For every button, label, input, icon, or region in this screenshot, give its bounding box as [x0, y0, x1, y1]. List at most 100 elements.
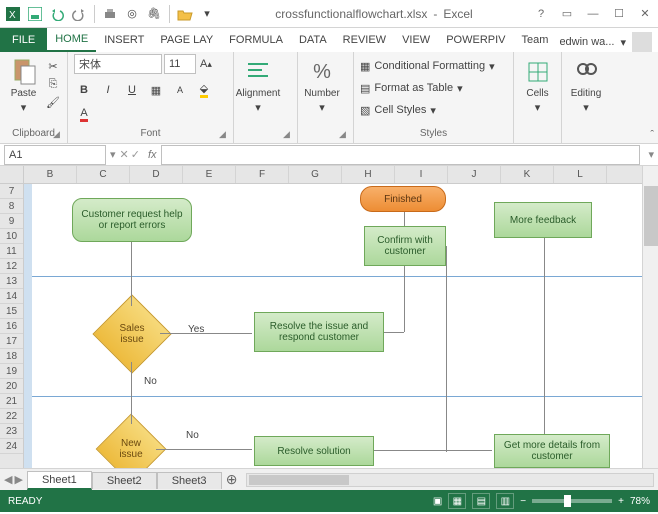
row-header[interactable]: 18 — [0, 349, 23, 364]
shape-resolve-solution[interactable]: Resolve solution — [254, 436, 374, 466]
row-header[interactable]: 15 — [0, 304, 23, 319]
conditional-formatting-button[interactable]: ▦Conditional Formatting▾ — [360, 56, 507, 76]
zoom-slider[interactable] — [532, 499, 612, 503]
cells-canvas[interactable]: Customer request help or report errors F… — [24, 184, 642, 468]
cut-icon[interactable]: ✂ — [45, 58, 61, 74]
shape-customer-request[interactable]: Customer request help or report errors — [72, 198, 192, 242]
shape-finished[interactable]: Finished — [360, 186, 446, 212]
col-header[interactable]: G — [289, 166, 342, 183]
tab-team[interactable]: Team — [514, 28, 557, 52]
shrink-font-icon[interactable]: A — [170, 80, 190, 100]
sheet-tab-3[interactable]: Sheet3 — [157, 472, 222, 489]
user-dropdown-icon[interactable]: ▾ — [620, 36, 626, 49]
col-header[interactable]: K — [501, 166, 554, 183]
row-header[interactable]: 9 — [0, 214, 23, 229]
name-box[interactable]: A1 — [4, 145, 106, 165]
row-header[interactable]: 19 — [0, 364, 23, 379]
cell-styles-button[interactable]: ▧Cell Styles▾ — [360, 100, 507, 120]
add-sheet-icon[interactable]: ⊕ — [222, 471, 242, 488]
enter-formula-icon[interactable]: ✓ — [131, 148, 140, 161]
clipboard-launcher-icon[interactable]: ◢ — [53, 129, 65, 141]
tab-formulas[interactable]: FORMULA — [221, 28, 291, 52]
row-header[interactable]: 11 — [0, 244, 23, 259]
row-header[interactable]: 22 — [0, 409, 23, 424]
help-icon[interactable]: ? — [528, 3, 554, 25]
shape-confirm[interactable]: Confirm with customer — [364, 226, 446, 266]
fill-color-icon[interactable]: ⬙ — [194, 80, 214, 100]
row-header[interactable]: 24 — [0, 439, 23, 454]
sheet-nav-prev-icon[interactable]: ◀ — [4, 473, 12, 486]
tab-view[interactable]: VIEW — [394, 28, 438, 52]
collapse-ribbon-icon[interactable]: ˆ — [650, 129, 654, 141]
view-pagebreak-icon[interactable]: ▥ — [496, 493, 514, 509]
maximize-icon[interactable]: ☐ — [606, 3, 632, 25]
col-header[interactable]: B — [24, 166, 77, 183]
view-normal-icon[interactable]: ▦ — [448, 493, 466, 509]
font-name-selector[interactable]: 宋体 — [74, 54, 162, 74]
fx-icon[interactable]: fx — [148, 149, 157, 161]
col-header[interactable]: L — [554, 166, 607, 183]
alignment-dropdown-icon[interactable]: ▾ — [255, 101, 261, 114]
tab-home[interactable]: HOME — [47, 28, 96, 52]
col-header[interactable]: E — [183, 166, 236, 183]
font-launcher-icon[interactable]: ◢ — [219, 129, 231, 141]
zoom-handle[interactable] — [564, 495, 571, 507]
user-area[interactable]: edwin wa... ▾ — [559, 32, 658, 52]
paste-button[interactable]: Paste ▾ — [6, 54, 41, 114]
copy-icon[interactable]: ⎘ — [45, 76, 61, 92]
open-icon[interactable] — [176, 5, 194, 23]
minimize-icon[interactable]: — — [580, 3, 606, 25]
border-icon[interactable]: ▦ — [146, 80, 166, 100]
view-pagelayout-icon[interactable]: ▤ — [472, 493, 490, 509]
row-header[interactable]: 10 — [0, 229, 23, 244]
shape-get-details[interactable]: Get more details from customer — [494, 434, 610, 468]
font-size-selector[interactable]: 11 — [164, 54, 196, 74]
zoom-in-icon[interactable]: + — [618, 496, 624, 507]
bold-button[interactable]: B — [74, 80, 94, 100]
col-header[interactable]: I — [395, 166, 448, 183]
preview-icon[interactable]: ◎ — [123, 5, 141, 23]
qat-customize-icon[interactable]: ▾ — [198, 5, 216, 23]
shape-more-feedback[interactable]: More feedback — [494, 202, 592, 238]
tab-insert[interactable]: INSERT — [96, 28, 152, 52]
grow-font-icon[interactable]: A▴ — [198, 56, 214, 72]
excel-icon[interactable]: X — [4, 5, 22, 23]
row-header[interactable]: 8 — [0, 199, 23, 214]
alignment-button[interactable]: Alignment ▾ — [240, 54, 276, 114]
zoom-out-icon[interactable]: − — [520, 496, 526, 507]
shape-sales-issue[interactable]: Sales issue — [92, 294, 171, 373]
cells-button[interactable]: Cells ▾ — [520, 54, 555, 114]
row-header[interactable]: 14 — [0, 289, 23, 304]
tab-review[interactable]: REVIEW — [335, 28, 394, 52]
number-dropdown-icon[interactable]: ▾ — [319, 101, 325, 114]
row-header[interactable]: 12 — [0, 259, 23, 274]
tab-powerpivot[interactable]: POWERPIV — [438, 28, 513, 52]
col-header[interactable]: J — [448, 166, 501, 183]
save-icon[interactable] — [26, 5, 44, 23]
underline-button[interactable]: U — [122, 80, 142, 100]
alignment-launcher-icon[interactable]: ◢ — [283, 129, 295, 141]
ribbon-display-icon[interactable]: ▭ — [554, 3, 580, 25]
avatar[interactable] — [632, 32, 652, 52]
quickprint-icon[interactable] — [101, 5, 119, 23]
format-as-table-button[interactable]: ▤Format as Table▾ — [360, 78, 507, 98]
tab-data[interactable]: DATA — [291, 28, 335, 52]
col-header[interactable]: D — [130, 166, 183, 183]
formula-input[interactable] — [161, 145, 641, 165]
cancel-formula-icon[interactable]: ✕ — [120, 148, 129, 161]
format-painter-icon[interactable]: 🖌 — [45, 94, 61, 110]
sheet-tab-1[interactable]: Sheet1 — [27, 471, 92, 490]
number-button[interactable]: % Number ▾ — [304, 54, 340, 114]
sheet-nav-next-icon[interactable]: ▶ — [14, 473, 22, 486]
undo-icon[interactable] — [48, 5, 66, 23]
row-header[interactable]: 23 — [0, 424, 23, 439]
paste-dropdown-icon[interactable]: ▾ — [21, 101, 27, 114]
row-header[interactable]: 13 — [0, 274, 23, 289]
cells-dropdown-icon[interactable]: ▾ — [535, 101, 541, 114]
row-header[interactable]: 17 — [0, 334, 23, 349]
tab-pagelayout[interactable]: PAGE LAY — [152, 28, 221, 52]
row-header[interactable]: 7 — [0, 184, 23, 199]
row-header[interactable]: 16 — [0, 319, 23, 334]
editing-button[interactable]: Editing ▾ — [568, 54, 604, 114]
select-all-cell[interactable] — [0, 166, 24, 184]
